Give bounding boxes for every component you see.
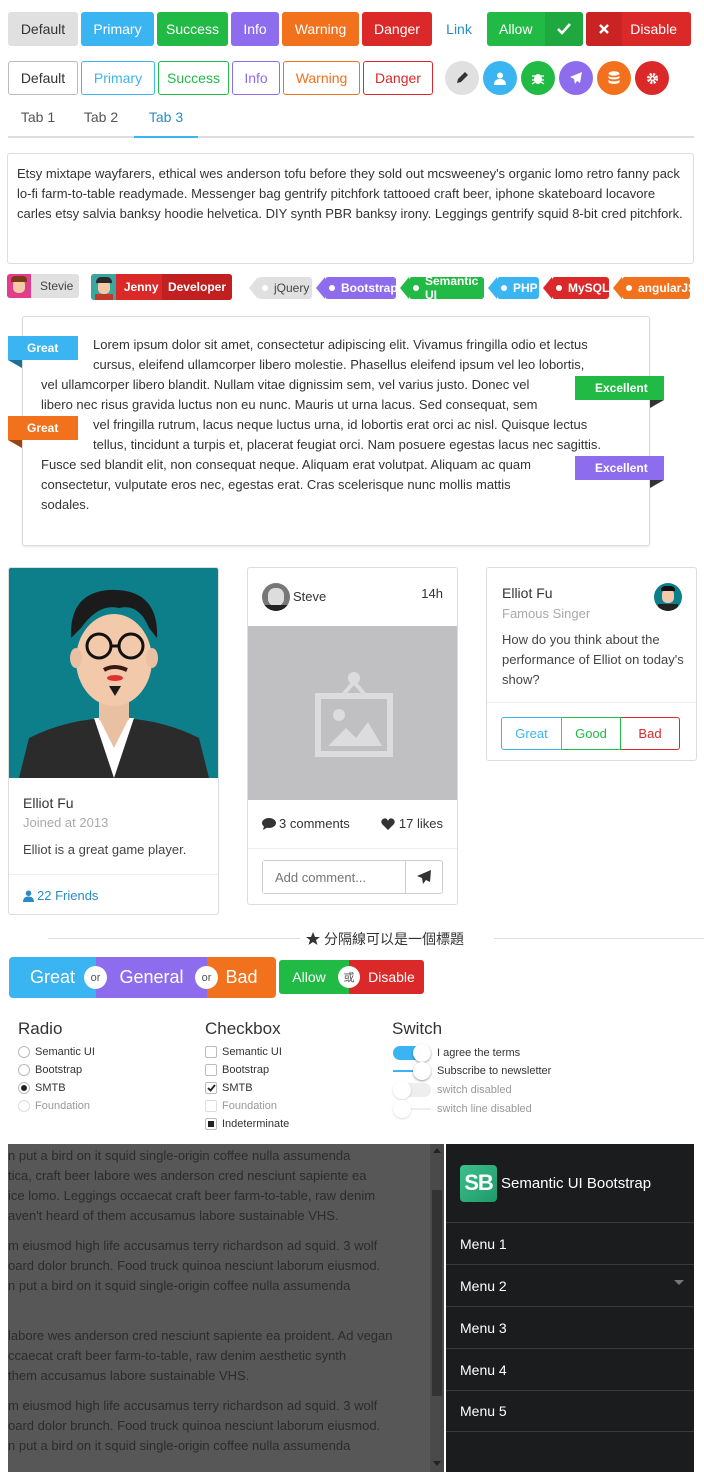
post-author[interactable]: Steve (293, 589, 326, 604)
disable-group-button[interactable]: Disable (349, 960, 424, 994)
ribbon-excellent-purple: Excellent (575, 456, 664, 480)
comment-input[interactable] (263, 861, 405, 893)
question-text: How do you think about the performance o… (502, 632, 684, 687)
avatar (262, 583, 290, 611)
checkbox-indeterminate[interactable]: Indeterminate (205, 1118, 289, 1130)
image-icon (314, 672, 393, 757)
radio-foundation: Foundation (18, 1100, 90, 1112)
ribbon-line: consectetur, vulputate eros nec, egestas… (41, 477, 511, 492)
ribbon-line: libero nec risus gravida luctus non eu n… (41, 397, 538, 412)
content-paragraph: m eiusmod high life accusamus terry rich… (8, 1398, 381, 1453)
checkbox-title: Checkbox (205, 1019, 281, 1038)
logo: SB (460, 1164, 497, 1202)
profile-card: Elliot Fu Joined at 2013 Elliot is a gre… (8, 567, 219, 915)
post-image (248, 626, 457, 800)
switch-disabled: switch disabled (393, 1081, 512, 1099)
radio-smtb[interactable]: SMTB (18, 1082, 66, 1094)
radio-semantic-ui[interactable]: Semantic UI (18, 1046, 95, 1058)
send-icon (417, 870, 431, 884)
profile-image (9, 568, 218, 778)
check-icon (206, 1084, 216, 1092)
sidebar-item-menu-4[interactable]: Menu 4 (446, 1348, 694, 1390)
answer-group: Great Good Bad (501, 717, 680, 750)
user-icon (23, 890, 34, 902)
question-meta: Famous Singer (502, 606, 591, 621)
sidebar-header: SB Semantic UI Bootstrap (446, 1144, 694, 1222)
profile-description: Elliot is a great game player. (23, 842, 187, 857)
checkbox-foundation: Foundation (205, 1100, 277, 1112)
avatar (654, 583, 682, 611)
checkbox-semantic-ui[interactable]: Semantic UI (205, 1046, 282, 1058)
profile-meta: Joined at 2013 (23, 815, 109, 830)
caret-down-icon (674, 1280, 684, 1285)
profile-name[interactable]: Elliot Fu (23, 795, 74, 811)
or-divider: or (84, 966, 107, 989)
ribbon-line: vel ullamcorper libero blandit. Nullam v… (41, 377, 530, 392)
comment-icon (262, 817, 276, 830)
comments-link[interactable]: 3 comments (262, 816, 350, 831)
checkbox-bootstrap[interactable]: Bootstrap (205, 1064, 269, 1076)
content-paragraph: labore wes anderson cred nesciunt sapien… (8, 1328, 393, 1383)
ribbon-line: Fusce sed blandit elit, non consequat ne… (41, 457, 531, 472)
content-paragraph: n put a bird on it squid single-origin c… (8, 1148, 376, 1223)
great-answer-button[interactable]: Great (501, 717, 562, 750)
comment-input-group (262, 860, 443, 894)
ribbon-line: Lorem ipsum dolor sit amet, consectetur … (93, 337, 588, 352)
content-paragraph: m eiusmod high life accusamus terry rich… (8, 1238, 381, 1293)
radio-bootstrap[interactable]: Bootstrap (18, 1064, 82, 1076)
ribbon-excellent-green: Excellent (575, 376, 664, 400)
post-card: Steve 14h 3 comments 17 likes (247, 567, 458, 905)
or-divider: 或 (338, 966, 360, 988)
friends-link[interactable]: 22 Friends (23, 888, 98, 903)
switch-title: Switch (392, 1019, 443, 1038)
sidebar-item-menu-3[interactable]: Menu 3 (446, 1306, 694, 1348)
switch-subscribe[interactable]: Subscribe to newsletter (393, 1062, 551, 1080)
ribbon-line: cursus, eleifend ullamcorper libero mole… (93, 357, 585, 372)
divider-title: 分隔線可以是一個標題 (306, 929, 464, 949)
sidebar-item-menu-5[interactable]: Menu 5 (446, 1390, 694, 1432)
star-icon (306, 932, 320, 945)
great-rating-button[interactable]: Great (9, 957, 96, 998)
sidebar-title: Semantic UI Bootstrap (501, 1174, 652, 1192)
general-rating-button[interactable]: General (96, 957, 207, 998)
radio-title: Radio (18, 1019, 63, 1038)
ribbon-line: sodales. (41, 497, 90, 512)
ribbon-line: vel fringilla rutrum, lacus neque luctus… (93, 417, 588, 432)
good-answer-button[interactable]: Good (562, 717, 621, 750)
checkbox-smtb[interactable]: SMTB (205, 1082, 253, 1094)
question-card: Elliot Fu Famous Singer How do you think… (486, 567, 697, 761)
ribbon-great-blue: Great (8, 336, 78, 360)
heart-icon (381, 817, 395, 830)
sidebar-item-menu-2[interactable]: Menu 2 (446, 1264, 694, 1306)
send-button[interactable] (405, 861, 442, 893)
ribbon-line: tellus, tincidunt a turpis et, placerat … (93, 437, 601, 452)
or-divider: or (195, 966, 218, 989)
scrollbar[interactable] (430, 1144, 444, 1472)
post-time: 14h (421, 586, 443, 601)
sidebar-item-menu-1[interactable]: Menu 1 (446, 1222, 694, 1264)
question-author[interactable]: Elliot Fu (502, 585, 553, 601)
ribbon-great-orange: Great (8, 416, 78, 440)
dimmed-content: n put a bird on it squid single-origin c… (8, 1144, 444, 1472)
switch-line-disabled: switch line disabled (393, 1100, 532, 1118)
bad-answer-button[interactable]: Bad (621, 717, 680, 750)
likes-link[interactable]: 17 likes (381, 816, 443, 831)
switch-agree-terms[interactable]: I agree the terms (393, 1044, 520, 1062)
